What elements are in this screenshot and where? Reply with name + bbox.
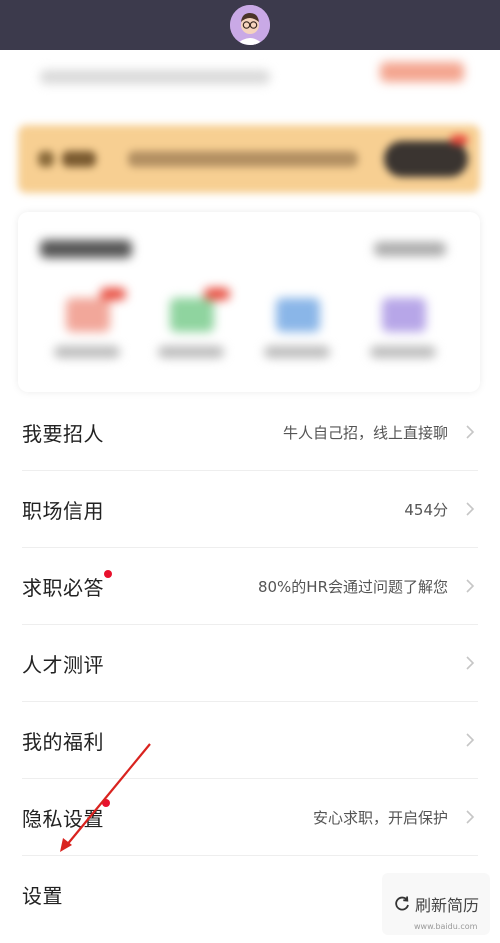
menu-item-title: 人才测评 [22, 652, 104, 677]
refresh-resume-label: 刷新简历 [414, 896, 479, 915]
blurred-line [40, 70, 270, 84]
notification-dot [104, 569, 112, 578]
menu-list: 我要招人 牛人自己招，线上直接聊 职场信用 454分 求职必答 80%的HR会通… [0, 394, 500, 932]
menu-item-value: 80%的HR会通过问题了解您 [257, 577, 448, 596]
menu-item-title: 我要招人 [22, 421, 104, 446]
menu-item-recruit[interactable]: 我要招人 牛人自己招，线上直接聊 [22, 394, 478, 471]
chevron-right-icon [466, 579, 475, 593]
menu-item-value: 454分 [404, 500, 448, 519]
watermark: www.baidu.com [414, 922, 478, 931]
menu-item-title: 隐私设置 [22, 806, 104, 831]
menu-item-assessment[interactable]: 人才测评 [22, 625, 478, 702]
menu-item-privacy[interactable]: 隐私设置 安心求职，开启保护 [22, 779, 478, 856]
menu-item-title: 求职必答 [22, 575, 104, 600]
chevron-right-icon [466, 502, 475, 516]
top-bar [0, 0, 500, 50]
menu-item-value: 牛人自己招，线上直接聊 [282, 423, 448, 442]
blurred-button [380, 62, 464, 82]
menu-item-credit[interactable]: 职场信用 454分 [22, 471, 478, 548]
chevron-right-icon [466, 656, 475, 670]
avatar-face-icon [230, 5, 270, 45]
menu-item-title: 设置 [22, 883, 63, 908]
avatar[interactable] [230, 5, 270, 45]
menu-item-title: 我的福利 [22, 729, 104, 754]
menu-item-value: 安心求职，开启保护 [312, 808, 448, 827]
features-card [18, 212, 480, 392]
menu-item-title: 职场信用 [22, 498, 104, 523]
menu-item-welfare[interactable]: 我的福利 [22, 702, 478, 779]
promo-banner[interactable] [18, 125, 480, 193]
menu-item-must-answer[interactable]: 求职必答 80%的HR会通过问题了解您 [22, 548, 478, 625]
chevron-right-icon [466, 733, 475, 747]
notification-dot [102, 798, 110, 807]
refresh-icon [395, 896, 409, 911]
chevron-right-icon [466, 810, 475, 824]
chevron-right-icon [466, 425, 475, 439]
